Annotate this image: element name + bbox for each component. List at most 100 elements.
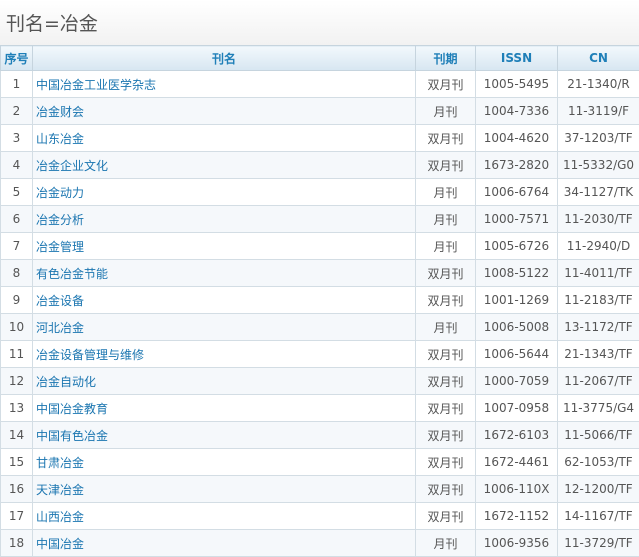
journal-table: 序号 刊名 刊期 ISSN CN 1中国冶金工业医学杂志双月刊1005-5495… — [0, 45, 639, 557]
row-number: 6 — [1, 206, 33, 233]
journal-issn: 1000-7059 — [476, 368, 558, 395]
journal-issn: 1006-110X — [476, 476, 558, 503]
header-issn[interactable]: ISSN — [476, 46, 558, 71]
journal-period: 双月刊 — [416, 287, 476, 314]
table-row: 9冶金设备双月刊1001-126911-2183/TF — [1, 287, 639, 314]
journal-period: 月刊 — [416, 314, 476, 341]
row-number: 10 — [1, 314, 33, 341]
journal-name-link[interactable]: 河北冶金 — [33, 314, 416, 341]
journal-issn: 1006-5008 — [476, 314, 558, 341]
row-number: 2 — [1, 98, 33, 125]
table-row: 3山东冶金双月刊1004-462037-1203/TF — [1, 125, 639, 152]
table-row: 4冶金企业文化双月刊1673-282011-5332/G0 — [1, 152, 639, 179]
journal-cn: 13-1172/TF — [558, 314, 639, 341]
journal-cn: 37-1203/TF — [558, 125, 639, 152]
journal-issn: 1007-0958 — [476, 395, 558, 422]
journal-issn: 1005-5495 — [476, 71, 558, 98]
table-row: 10河北冶金月刊1006-500813-1172/TF — [1, 314, 639, 341]
header-num[interactable]: 序号 — [1, 46, 33, 71]
row-number: 14 — [1, 422, 33, 449]
row-number: 7 — [1, 233, 33, 260]
journal-name-link[interactable]: 冶金分析 — [33, 206, 416, 233]
journal-period: 月刊 — [416, 206, 476, 233]
journal-issn: 1005-6726 — [476, 233, 558, 260]
table-row: 2冶金财会月刊1004-733611-3119/F — [1, 98, 639, 125]
journal-period: 双月刊 — [416, 422, 476, 449]
table-row: 11冶金设备管理与维修双月刊1006-564421-1343/TF — [1, 341, 639, 368]
row-number: 13 — [1, 395, 33, 422]
journal-name-link[interactable]: 冶金企业文化 — [33, 152, 416, 179]
row-number: 5 — [1, 179, 33, 206]
table-row: 7冶金管理月刊1005-672611-2940/D — [1, 233, 639, 260]
journal-name-link[interactable]: 冶金管理 — [33, 233, 416, 260]
journal-cn: 11-3775/G4 — [558, 395, 639, 422]
journal-cn: 11-4011/TF — [558, 260, 639, 287]
journal-name-link[interactable]: 中国冶金工业医学杂志 — [33, 71, 416, 98]
row-number: 16 — [1, 476, 33, 503]
journal-name-link[interactable]: 天津冶金 — [33, 476, 416, 503]
journal-cn: 11-3729/TF — [558, 530, 639, 557]
table-header-row: 序号 刊名 刊期 ISSN CN — [1, 46, 639, 71]
journal-name-link[interactable]: 有色冶金节能 — [33, 260, 416, 287]
journal-name-link[interactable]: 冶金设备管理与维修 — [33, 341, 416, 368]
journal-name-link[interactable]: 山东冶金 — [33, 125, 416, 152]
journal-period: 月刊 — [416, 179, 476, 206]
journal-cn: 11-2940/D — [558, 233, 639, 260]
journal-issn: 1672-6103 — [476, 422, 558, 449]
header-cn[interactable]: CN — [558, 46, 639, 71]
row-number: 15 — [1, 449, 33, 476]
header-name[interactable]: 刊名 — [33, 46, 416, 71]
journal-issn: 1001-1269 — [476, 287, 558, 314]
journal-cn: 11-2030/TF — [558, 206, 639, 233]
row-number: 12 — [1, 368, 33, 395]
row-number: 9 — [1, 287, 33, 314]
table-row: 8有色冶金节能双月刊1008-512211-4011/TF — [1, 260, 639, 287]
journal-issn: 1000-7571 — [476, 206, 558, 233]
row-number: 4 — [1, 152, 33, 179]
journal-period: 双月刊 — [416, 341, 476, 368]
journal-issn: 1006-5644 — [476, 341, 558, 368]
table-row: 14中国有色冶金双月刊1672-610311-5066/TF — [1, 422, 639, 449]
journal-period: 双月刊 — [416, 476, 476, 503]
journal-name-link[interactable]: 中国有色冶金 — [33, 422, 416, 449]
journal-name-link[interactable]: 冶金财会 — [33, 98, 416, 125]
journal-issn: 1673-2820 — [476, 152, 558, 179]
journal-cn: 12-1200/TF — [558, 476, 639, 503]
journal-cn: 11-5066/TF — [558, 422, 639, 449]
journal-period: 月刊 — [416, 233, 476, 260]
journal-name-link[interactable]: 冶金动力 — [33, 179, 416, 206]
journal-name-link[interactable]: 冶金自动化 — [33, 368, 416, 395]
journal-issn: 1004-7336 — [476, 98, 558, 125]
table-row: 6冶金分析月刊1000-757111-2030/TF — [1, 206, 639, 233]
journal-cn: 11-2067/TF — [558, 368, 639, 395]
journal-name-link[interactable]: 冶金设备 — [33, 287, 416, 314]
row-number: 8 — [1, 260, 33, 287]
journal-issn: 1672-4461 — [476, 449, 558, 476]
table-row: 17山西冶金双月刊1672-115214-1167/TF — [1, 503, 639, 530]
journal-period: 双月刊 — [416, 503, 476, 530]
page-title: 刊名=冶金 — [0, 0, 639, 45]
journal-issn: 1006-6764 — [476, 179, 558, 206]
table-row: 12冶金自动化双月刊1000-705911-2067/TF — [1, 368, 639, 395]
table-row: 1中国冶金工业医学杂志双月刊1005-549521-1340/R — [1, 71, 639, 98]
journal-period: 月刊 — [416, 98, 476, 125]
journal-cn: 11-5332/G0 — [558, 152, 639, 179]
journal-period: 双月刊 — [416, 152, 476, 179]
table-row: 16天津冶金双月刊1006-110X12-1200/TF — [1, 476, 639, 503]
journal-issn: 1672-1152 — [476, 503, 558, 530]
journal-cn: 34-1127/TK — [558, 179, 639, 206]
journal-name-link[interactable]: 山西冶金 — [33, 503, 416, 530]
journal-period: 双月刊 — [416, 368, 476, 395]
journal-cn: 11-2183/TF — [558, 287, 639, 314]
table-row: 18中国冶金月刊1006-935611-3729/TF — [1, 530, 639, 557]
journal-name-link[interactable]: 中国冶金教育 — [33, 395, 416, 422]
journal-name-link[interactable]: 中国冶金 — [33, 530, 416, 557]
table-row: 5冶金动力月刊1006-676434-1127/TK — [1, 179, 639, 206]
journal-period: 双月刊 — [416, 449, 476, 476]
journal-period: 双月刊 — [416, 395, 476, 422]
journal-cn: 21-1340/R — [558, 71, 639, 98]
row-number: 18 — [1, 530, 33, 557]
journal-cn: 11-3119/F — [558, 98, 639, 125]
journal-name-link[interactable]: 甘肃冶金 — [33, 449, 416, 476]
header-period[interactable]: 刊期 — [416, 46, 476, 71]
